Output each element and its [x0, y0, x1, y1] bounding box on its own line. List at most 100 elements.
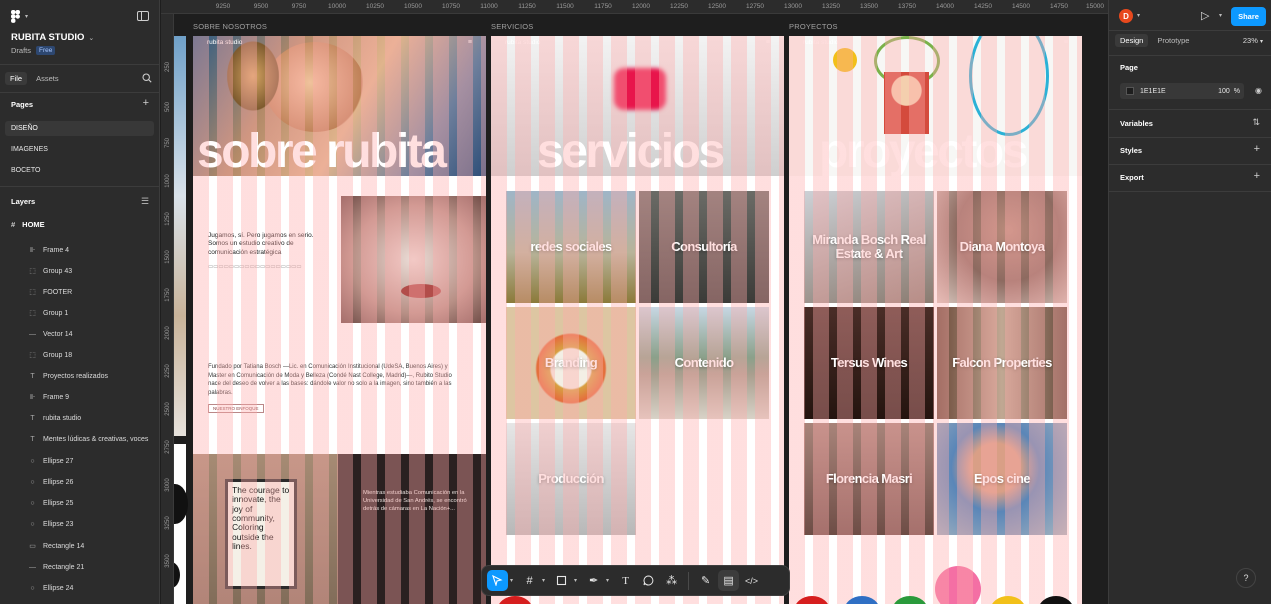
frame-label-projects[interactable]: PROYECTOS — [789, 22, 838, 31]
layer-item[interactable]: ○ Ellipse 23 — [28, 517, 160, 531]
project-card[interactable]: Falcon Properties — [937, 307, 1067, 419]
menu-icon[interactable]: ≡ — [468, 39, 472, 46]
actions-icon[interactable]: ⁂ — [661, 570, 682, 591]
add-export-icon[interactable]: + — [1254, 170, 1260, 182]
chevron-down-icon[interactable]: ▾ — [1219, 12, 1222, 19]
layer-item[interactable]: ○ Ellipse 24 — [28, 581, 160, 595]
text-tool-icon[interactable]: T — [615, 570, 636, 591]
page-opacity-value[interactable]: 100 — [1218, 88, 1230, 95]
tab-assets[interactable]: Assets — [31, 72, 64, 85]
text-icon: T — [30, 372, 35, 380]
search-icon[interactable] — [142, 73, 152, 85]
project-card[interactable]: Diana Montoya — [937, 191, 1067, 303]
design-mode-icon[interactable]: ▤ — [718, 570, 740, 591]
chevron-down-icon[interactable]: ▾ — [606, 577, 609, 584]
ruler-tick: 11000 — [480, 3, 498, 10]
menu-icon[interactable]: ≡ — [766, 39, 770, 46]
canvas[interactable]: SOBRE NOSOTROS rubita studio ≡ sobre rub… — [174, 14, 1108, 604]
layer-item[interactable]: Trubita studio — [28, 411, 160, 425]
frame-projects[interactable]: rubita studio ≡ proyectos Miranda Bosch … — [789, 36, 1082, 604]
chevron-down-icon[interactable]: ▾ — [1137, 12, 1140, 19]
present-play-icon[interactable]: ▷ — [1201, 9, 1209, 22]
layer-item[interactable]: ⬚ Group 1 — [28, 306, 160, 320]
chevron-down-icon[interactable]: ▾ — [25, 13, 28, 20]
tab-design[interactable]: Design — [1115, 34, 1149, 47]
layer-item[interactable]: — Rectangle 21 — [28, 560, 160, 574]
layer-item[interactable]: ▭ Rectangle 14 — [28, 539, 160, 553]
move-tool-icon[interactable] — [487, 570, 508, 591]
service-card-content[interactable]: Contenido — [639, 307, 769, 419]
pen-tool-icon[interactable]: ✒ — [583, 570, 604, 591]
hero-image: rubita studio ≡ servicios — [491, 36, 784, 176]
frame-tool-icon[interactable]: # — [519, 570, 540, 591]
brand-logo[interactable]: rubita studio — [505, 39, 540, 46]
brand-logo[interactable]: rubita studio — [803, 39, 838, 46]
dev-mode-icon[interactable]: </> — [741, 570, 762, 591]
layer-item[interactable]: T Mentes lúdicas & creativas, voces — [28, 432, 160, 446]
project-name[interactable]: RUBITA STUDIO ⌄ — [11, 32, 94, 43]
chevron-down-icon[interactable]: ▾ — [510, 577, 513, 584]
service-card-production[interactable]: Producción — [506, 423, 636, 535]
menu-icon[interactable]: ≡ — [1064, 39, 1068, 46]
visibility-eye-icon[interactable]: ◉ — [1255, 86, 1262, 95]
service-card-branding[interactable]: Branding — [506, 307, 636, 419]
figma-logo-icon[interactable] — [8, 9, 22, 23]
collapse-layers-icon[interactable]: ☰ — [141, 196, 149, 207]
page-color-value[interactable]: 1E1E1E — [1140, 88, 1166, 95]
main-menu[interactable]: ▾ — [8, 9, 28, 23]
frame-about[interactable]: rubita studio ≡ sobre rubita Jugamos, sí… — [193, 36, 486, 604]
page-color-field[interactable]: 1E1E1E 100 % — [1120, 83, 1244, 99]
vector-icon: — — [29, 330, 36, 338]
variables-header[interactable]: Variables — [1120, 119, 1153, 128]
brand-logo[interactable]: rubita studio — [207, 39, 242, 46]
layer-home[interactable]: # HOME — [11, 220, 45, 229]
add-style-icon[interactable]: + — [1254, 143, 1260, 155]
frame-services[interactable]: rubita studio ≡ servicios redes sociales… — [491, 36, 784, 604]
variables-settings-icon[interactable]: ⇅ — [1252, 117, 1260, 128]
our-approach-button[interactable]: NUESTRO ENFOQUE — [208, 404, 264, 413]
styles-header[interactable]: Styles — [1120, 146, 1142, 155]
project-card[interactable]: Miranda Bosch Real Estate & Art — [804, 191, 934, 303]
partial-frame[interactable] — [174, 36, 186, 436]
share-button[interactable]: Share — [1231, 7, 1266, 26]
ruler-tick: 13250 — [821, 3, 841, 10]
chevron-down-icon[interactable]: ▾ — [574, 577, 577, 584]
add-page-icon[interactable]: + — [143, 97, 149, 109]
project-card[interactable]: Epos cine — [937, 423, 1067, 535]
tab-file[interactable]: File — [5, 71, 28, 85]
rectangle-tool-icon[interactable] — [551, 570, 572, 591]
page-item-imagenes[interactable]: IMAGENES — [5, 142, 154, 157]
frame-icon: ⊪ — [29, 394, 36, 401]
layer-item[interactable]: ○ Ellipse 25 — [28, 496, 160, 510]
layer-item[interactable]: ○ Ellipse 26 — [28, 475, 160, 489]
service-card-consulting[interactable]: Consultoría — [639, 191, 769, 303]
layer-item[interactable]: T Proyectos realizados — [28, 369, 160, 383]
layer-item[interactable]: ⬚ Group 43 — [28, 264, 160, 278]
export-header[interactable]: Export — [1120, 173, 1144, 182]
page-item-diseno[interactable]: DISEÑO — [5, 121, 154, 136]
zoom-level[interactable]: 23% ▾ — [1243, 36, 1263, 45]
project-card[interactable]: Florencia Masri — [804, 423, 934, 535]
pink-ellipse[interactable] — [935, 566, 981, 604]
frame-label-about[interactable]: SOBRE NOSOTROS — [193, 22, 267, 31]
draw-mode-icon[interactable]: ✎ — [695, 570, 716, 591]
layer-item[interactable]: ⬚ FOOTER — [28, 285, 160, 299]
color-swatch[interactable] — [1126, 87, 1134, 95]
tab-prototype[interactable]: Prototype — [1152, 34, 1194, 47]
avatar[interactable]: D — [1119, 9, 1133, 23]
help-button[interactable]: ? — [1236, 568, 1256, 588]
figma-editor: ▾ RUBITA STUDIO ⌄ Drafts Free File Assets … — [0, 0, 1271, 604]
layer-item[interactable]: — Vector 14 — [28, 327, 160, 341]
project-card[interactable]: Tersus Wines — [804, 307, 934, 419]
comment-tool-icon[interactable] — [638, 570, 659, 591]
layer-item[interactable]: ⬚ Group 18 — [28, 348, 160, 362]
layer-item[interactable]: ⊪ Frame 9 — [28, 390, 160, 404]
page-item-boceto[interactable]: BOCETO — [5, 163, 154, 178]
toggle-sidebar-icon[interactable] — [137, 11, 149, 21]
chevron-down-icon[interactable]: ▾ — [542, 577, 545, 584]
frame-label-services[interactable]: SERVICIOS — [491, 22, 534, 31]
service-card-social[interactable]: redes sociales — [506, 191, 636, 303]
ball-shape — [833, 48, 857, 72]
layer-item[interactable]: ⊪ Frame 4 — [28, 243, 160, 257]
layer-item[interactable]: ○ Ellipse 27 — [28, 454, 160, 468]
